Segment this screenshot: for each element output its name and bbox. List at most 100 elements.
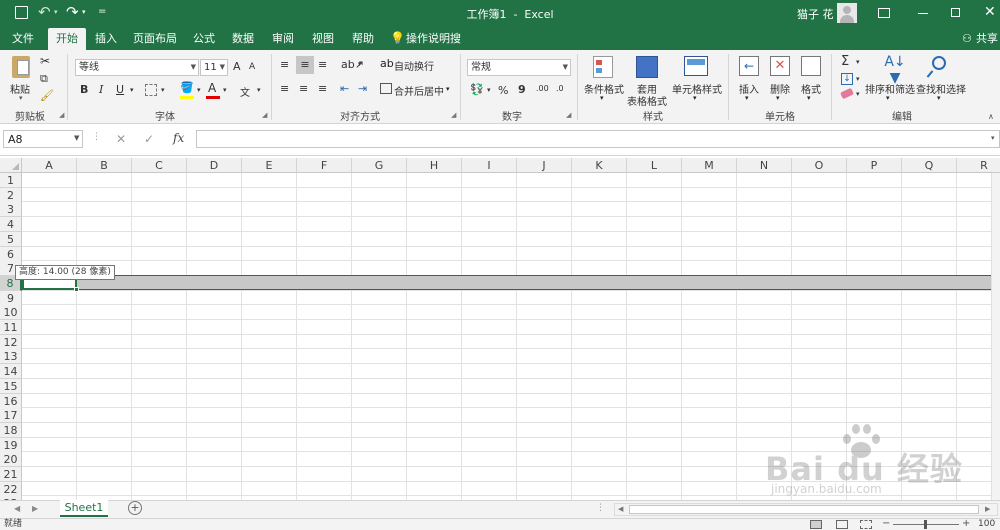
row-header[interactable]: 4 <box>0 217 22 232</box>
cut-icon[interactable]: ✂ <box>40 54 50 68</box>
copy-icon[interactable]: ⧉ <box>40 72 48 86</box>
scroll-right-icon[interactable]: ▶ <box>985 505 990 513</box>
scroll-left-icon[interactable]: ◀ <box>618 505 623 513</box>
column-header[interactable]: E <box>242 158 297 173</box>
column-header[interactable]: P <box>847 158 902 173</box>
expand-formula-bar-icon[interactable]: ▾ <box>991 134 995 142</box>
row-header[interactable]: 14 <box>0 364 22 379</box>
redo-dropdown-icon[interactable]: ▾ <box>82 8 86 16</box>
sheet-tab-sheet1[interactable]: Sheet1 <box>60 500 108 517</box>
undo-dropdown-icon[interactable]: ▾ <box>54 8 58 16</box>
row-header[interactable]: 6 <box>0 247 22 262</box>
column-header[interactable]: B <box>77 158 132 173</box>
accounting-dropdown-icon[interactable]: ▾ <box>487 86 491 94</box>
font-name-combo[interactable]: 等线 ▼ <box>75 59 199 76</box>
row-header[interactable]: 15 <box>0 379 22 394</box>
worksheet-grid[interactable]: ABCDEFGHIJKLMNOPQR 1 2 3 4 5 6 7 8 9 10 11 12 13 14 15… <box>0 158 1000 500</box>
row-header[interactable]: 5 <box>0 232 22 247</box>
number-launcher-icon[interactable]: ◢ <box>566 111 571 119</box>
borders-dropdown-icon[interactable]: ▾ <box>161 86 165 94</box>
increase-decimal-button[interactable]: .00 <box>536 84 549 93</box>
zoom-level[interactable]: 100 <box>978 519 995 530</box>
user-name[interactable]: 猫子 花 <box>797 6 834 22</box>
clear-dropdown-icon[interactable]: ▾ <box>856 90 860 98</box>
row-header[interactable]: 3 <box>0 202 22 217</box>
column-header[interactable]: C <box>132 158 187 173</box>
horizontal-scrollbar[interactable]: ◀ ▶ <box>614 503 998 516</box>
column-header[interactable]: G <box>352 158 407 173</box>
row-header[interactable]: 19 <box>0 438 22 453</box>
underline-dropdown-icon[interactable]: ▾ <box>130 86 134 94</box>
delete-cells-button[interactable]: ✕ 删除 ▾ <box>766 54 794 106</box>
scroll-thumb[interactable] <box>629 505 979 514</box>
font-launcher-icon[interactable]: ◢ <box>262 111 267 119</box>
tab-file[interactable]: 文件 <box>6 28 40 50</box>
fill-dropdown-icon[interactable]: ▾ <box>856 75 860 83</box>
zoom-in-icon[interactable]: + <box>962 518 970 529</box>
undo-icon[interactable]: ↶ <box>38 3 51 21</box>
insert-cells-button[interactable]: ← 插入 ▾ <box>735 54 763 106</box>
accounting-format-icon[interactable]: 💱 <box>470 83 484 96</box>
tab-insert[interactable]: 插入 <box>89 28 123 50</box>
tab-view[interactable]: 视图 <box>306 28 340 50</box>
tab-data[interactable]: 数据 <box>226 28 260 50</box>
collapse-ribbon-icon[interactable]: ∧ <box>988 112 994 121</box>
align-bottom-icon[interactable]: ≡ <box>318 58 327 71</box>
row-header[interactable]: 20 <box>0 452 22 467</box>
paste-button[interactable]: 粘贴 ▾ <box>9 56 35 102</box>
row-header[interactable]: 17 <box>0 408 22 423</box>
column-header[interactable]: O <box>792 158 847 173</box>
column-header[interactable]: K <box>572 158 627 173</box>
row-header[interactable]: 10 <box>0 305 22 320</box>
alignment-launcher-icon[interactable]: ◢ <box>451 111 456 119</box>
row-header[interactable]: 18 <box>0 423 22 438</box>
decrease-decimal-button[interactable]: .0 <box>556 84 564 93</box>
cancel-icon[interactable]: ✕ <box>116 132 126 146</box>
format-as-table-button[interactable]: 套用 表格格式 <box>626 54 667 108</box>
page-layout-view-icon[interactable] <box>836 520 848 529</box>
row-header[interactable]: 1 <box>0 173 22 188</box>
page-break-view-icon[interactable] <box>860 520 872 529</box>
clipboard-launcher-icon[interactable]: ◢ <box>59 111 64 119</box>
decrease-indent-icon[interactable]: ⇤ <box>340 82 349 95</box>
row-header[interactable]: 16 <box>0 394 22 409</box>
avatar[interactable] <box>837 3 857 23</box>
name-box[interactable]: A8 ▼ <box>3 130 83 148</box>
row-header[interactable]: 13 <box>0 349 22 364</box>
shrink-font-icon[interactable]: A <box>249 62 255 72</box>
fill-icon[interactable]: ↓ <box>841 73 853 85</box>
tab-help[interactable]: 帮助 <box>346 28 380 50</box>
share-button[interactable]: 共享 <box>976 28 1000 50</box>
column-header[interactable]: A <box>22 158 77 173</box>
fill-color-dropdown-icon[interactable]: ▾ <box>197 86 201 94</box>
column-header[interactable]: D <box>187 158 242 173</box>
column-header[interactable]: R <box>957 158 1000 173</box>
row-header[interactable]: 9 <box>0 291 22 306</box>
formula-input[interactable] <box>196 130 1000 148</box>
select-all-corner[interactable] <box>0 158 22 173</box>
customize-qat-icon[interactable]: = <box>98 6 106 17</box>
minimize-icon[interactable] <box>918 13 928 14</box>
zoom-out-icon[interactable]: − <box>882 518 890 529</box>
font-size-combo[interactable]: 11 ▼ <box>200 59 228 76</box>
new-sheet-button[interactable]: + <box>128 501 142 515</box>
grow-font-icon[interactable]: A <box>233 60 241 73</box>
row-header[interactable]: 22 <box>0 482 22 497</box>
autosum-icon[interactable]: Σ <box>841 54 849 69</box>
clear-icon[interactable] <box>840 87 854 100</box>
row-header[interactable]: 2 <box>0 188 22 203</box>
restore-icon[interactable] <box>951 8 960 17</box>
italic-button[interactable]: I <box>99 83 103 96</box>
normal-view-icon[interactable] <box>810 520 822 529</box>
align-top-icon[interactable]: ≡ <box>280 58 289 71</box>
comma-style-button[interactable]: 9 <box>518 83 526 96</box>
align-right-icon[interactable]: ≡ <box>318 82 327 95</box>
borders-icon[interactable] <box>145 84 157 96</box>
align-middle-icon[interactable]: ≡ <box>296 56 314 74</box>
column-header[interactable]: I <box>462 158 517 173</box>
column-header[interactable]: M <box>682 158 737 173</box>
column-header[interactable]: L <box>627 158 682 173</box>
sort-filter-button[interactable]: A↓ ▼ 排序和筛选 ▾ <box>865 54 915 106</box>
zoom-thumb[interactable] <box>924 520 927 529</box>
conditional-format-button[interactable]: 条件格式 ▾ <box>583 54 624 106</box>
